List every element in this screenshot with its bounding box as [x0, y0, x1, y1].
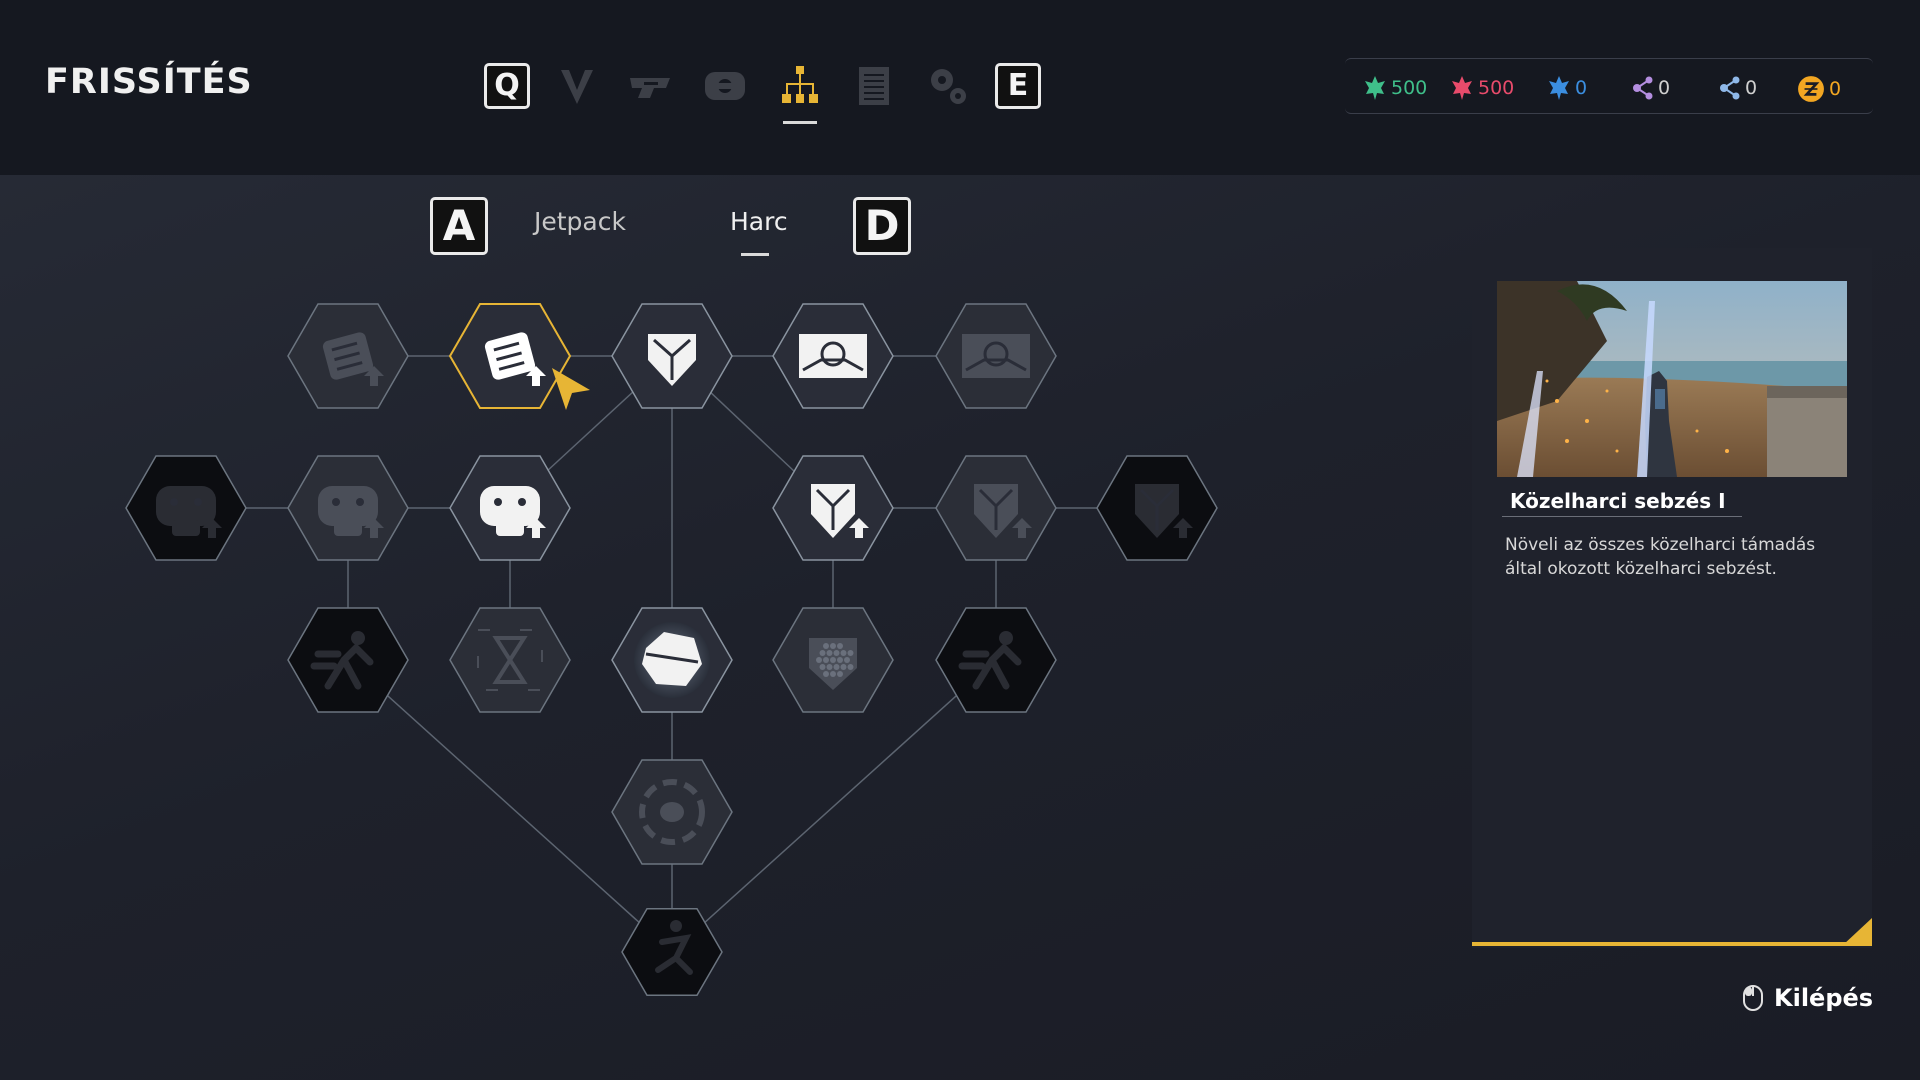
skill-node-n7[interactable]	[287, 455, 409, 561]
skill-description: Növeli az összes közelharci támadás álta…	[1505, 535, 1816, 579]
skill-node-n15[interactable]	[772, 607, 894, 713]
mouse-icon	[1743, 985, 1763, 1011]
skill-node-n6[interactable]	[125, 455, 247, 561]
skill-node-n10[interactable]	[935, 455, 1057, 561]
skill-node-n17[interactable]	[611, 759, 733, 865]
title-divider	[1502, 516, 1742, 517]
skill-title: Közelharci sebzés I	[1510, 489, 1726, 513]
skill-node-n13[interactable]	[449, 607, 571, 713]
skill-node-n1[interactable]	[287, 303, 409, 409]
skill-node-n2[interactable]	[448, 303, 572, 409]
panel-accent-bar	[1472, 942, 1872, 946]
skill-node-n18[interactable]	[621, 907, 723, 997]
skill-node-n12[interactable]	[287, 607, 409, 713]
gate-icon	[962, 334, 1030, 378]
skill-node-n5[interactable]	[935, 303, 1057, 409]
skill-node-n8[interactable]	[449, 455, 571, 561]
skill-node-n9[interactable]	[772, 455, 894, 561]
skill-node-n3[interactable]	[611, 303, 733, 409]
orb-icon	[634, 622, 710, 698]
skill-preview-image	[1497, 281, 1847, 477]
skill-node-n14[interactable]	[611, 607, 733, 713]
skill-node-n16[interactable]	[935, 607, 1057, 713]
cursor-pointer-icon	[552, 368, 590, 410]
skill-node-n4[interactable]	[772, 303, 894, 409]
gate-icon	[799, 334, 867, 378]
exit-label: Kilépés	[1774, 984, 1874, 1012]
exit-button[interactable]: Kilépés	[1742, 984, 1873, 1012]
skill-node-n11[interactable]	[1096, 455, 1218, 561]
panel-accent-corner	[1843, 918, 1872, 945]
